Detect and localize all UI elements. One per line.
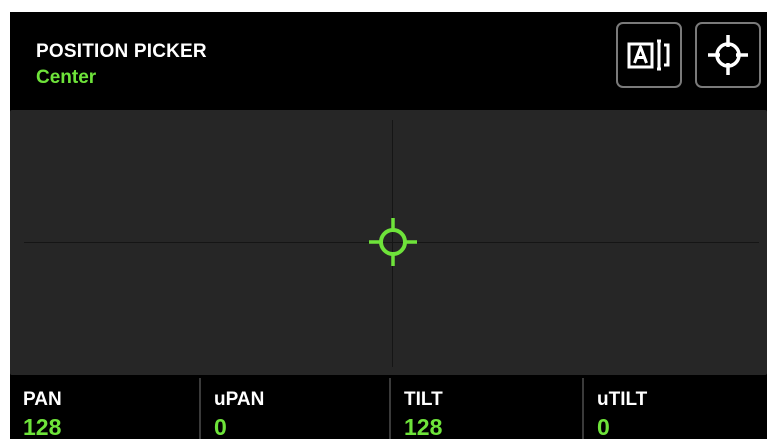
pan-label: PAN <box>23 389 62 410</box>
header: POSITION PICKER Center <box>10 12 767 109</box>
position-picker-area[interactable] <box>10 110 767 375</box>
position-preset-name: Center <box>36 67 97 88</box>
upan-field[interactable]: uPAN 0 <box>201 376 389 439</box>
crosshair-icon <box>369 218 417 266</box>
tilt-field[interactable]: TILT 128 <box>391 376 582 439</box>
utilt-field[interactable]: uTILT 0 <box>584 376 767 439</box>
page-title: POSITION PICKER <box>36 41 207 62</box>
crosshair-icon <box>708 35 748 75</box>
upan-value: 0 <box>214 414 227 439</box>
text-bracket-a-icon <box>627 39 670 71</box>
pan-value: 128 <box>23 414 62 439</box>
utilt-value: 0 <box>597 414 610 439</box>
value-readout: PAN 128 uPAN 0 TILT 128 uTILT 0 <box>10 376 767 439</box>
text-entry-button[interactable] <box>616 22 682 88</box>
pan-field[interactable]: PAN 128 <box>10 376 199 439</box>
tilt-label: TILT <box>404 389 443 410</box>
center-position-button[interactable] <box>695 22 761 88</box>
position-picker-panel: POSITION PICKER Center PAN 128 uPAN 0 TI… <box>10 12 767 439</box>
upan-label: uPAN <box>214 389 265 410</box>
utilt-label: uTILT <box>597 389 648 410</box>
position-cursor[interactable] <box>367 216 419 268</box>
tilt-value: 128 <box>404 414 443 439</box>
